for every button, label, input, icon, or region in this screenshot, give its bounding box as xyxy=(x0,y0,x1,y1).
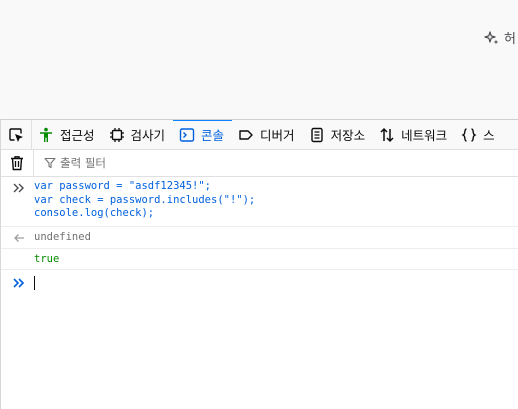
element-picker-button[interactable] xyxy=(1,120,32,149)
result-value: undefined xyxy=(34,231,91,243)
inspector-icon xyxy=(109,127,124,142)
log-value: true xyxy=(34,252,60,265)
accessibility-icon xyxy=(40,127,52,142)
text-cursor xyxy=(34,275,35,290)
ai-chatbot-button[interactable]: 허 xyxy=(484,28,516,47)
storage-icon xyxy=(310,127,323,142)
console-icon xyxy=(179,127,195,142)
debugger-icon xyxy=(239,129,253,140)
browser-window: 허 접근성 검사기 콘솔 디버거 저장소 네트워크 스 출력 필터 var pa… xyxy=(0,0,518,409)
console-output: var password = "asdf12345!"; var check =… xyxy=(1,177,518,296)
tab-storage[interactable]: 저장소 xyxy=(303,120,374,149)
code-line: var check = password.includes("!"); xyxy=(34,193,256,206)
trash-icon xyxy=(11,156,23,171)
console-input-prompt[interactable] xyxy=(1,270,518,296)
page-viewport: 허 xyxy=(0,0,518,119)
tab-style-editor[interactable]: 스 xyxy=(455,120,503,149)
result-arrow-icon xyxy=(14,233,24,242)
devtools-panel: 접근성 검사기 콘솔 디버거 저장소 네트워크 스 출력 필터 var pass… xyxy=(0,119,518,409)
tab-debugger[interactable]: 디버거 xyxy=(232,120,303,149)
console-filter-bar xyxy=(1,150,518,177)
code-line: var password = "asdf12345!"; xyxy=(34,180,212,192)
tab-network[interactable]: 네트워크 xyxy=(373,120,455,149)
console-log-message: true xyxy=(1,249,518,270)
filter-output-input[interactable] xyxy=(60,156,260,170)
clear-console-button[interactable] xyxy=(1,150,34,176)
sparkle-icon xyxy=(484,30,499,44)
console-input-message: var password = "asdf12345!"; var check =… xyxy=(1,177,518,227)
console-result-message: undefined xyxy=(1,227,518,249)
code-line: console.log(check); xyxy=(34,207,155,219)
tab-console[interactable]: 콘솔 xyxy=(173,120,233,149)
tab-inspector[interactable]: 검사기 xyxy=(103,120,174,149)
ai-button-label: 허 xyxy=(504,32,516,47)
element-picker-icon xyxy=(9,127,23,142)
style-editor-icon xyxy=(461,127,477,142)
filter-icon xyxy=(44,157,56,169)
tab-accessibility[interactable]: 접근성 xyxy=(32,120,103,149)
command-chevron-icon xyxy=(13,183,24,193)
devtools-toolbar: 접근성 검사기 콘솔 디버거 저장소 네트워크 스 xyxy=(1,119,518,150)
filter-field xyxy=(34,156,518,170)
prompt-chevron-icon xyxy=(13,277,25,288)
network-icon xyxy=(380,127,394,142)
